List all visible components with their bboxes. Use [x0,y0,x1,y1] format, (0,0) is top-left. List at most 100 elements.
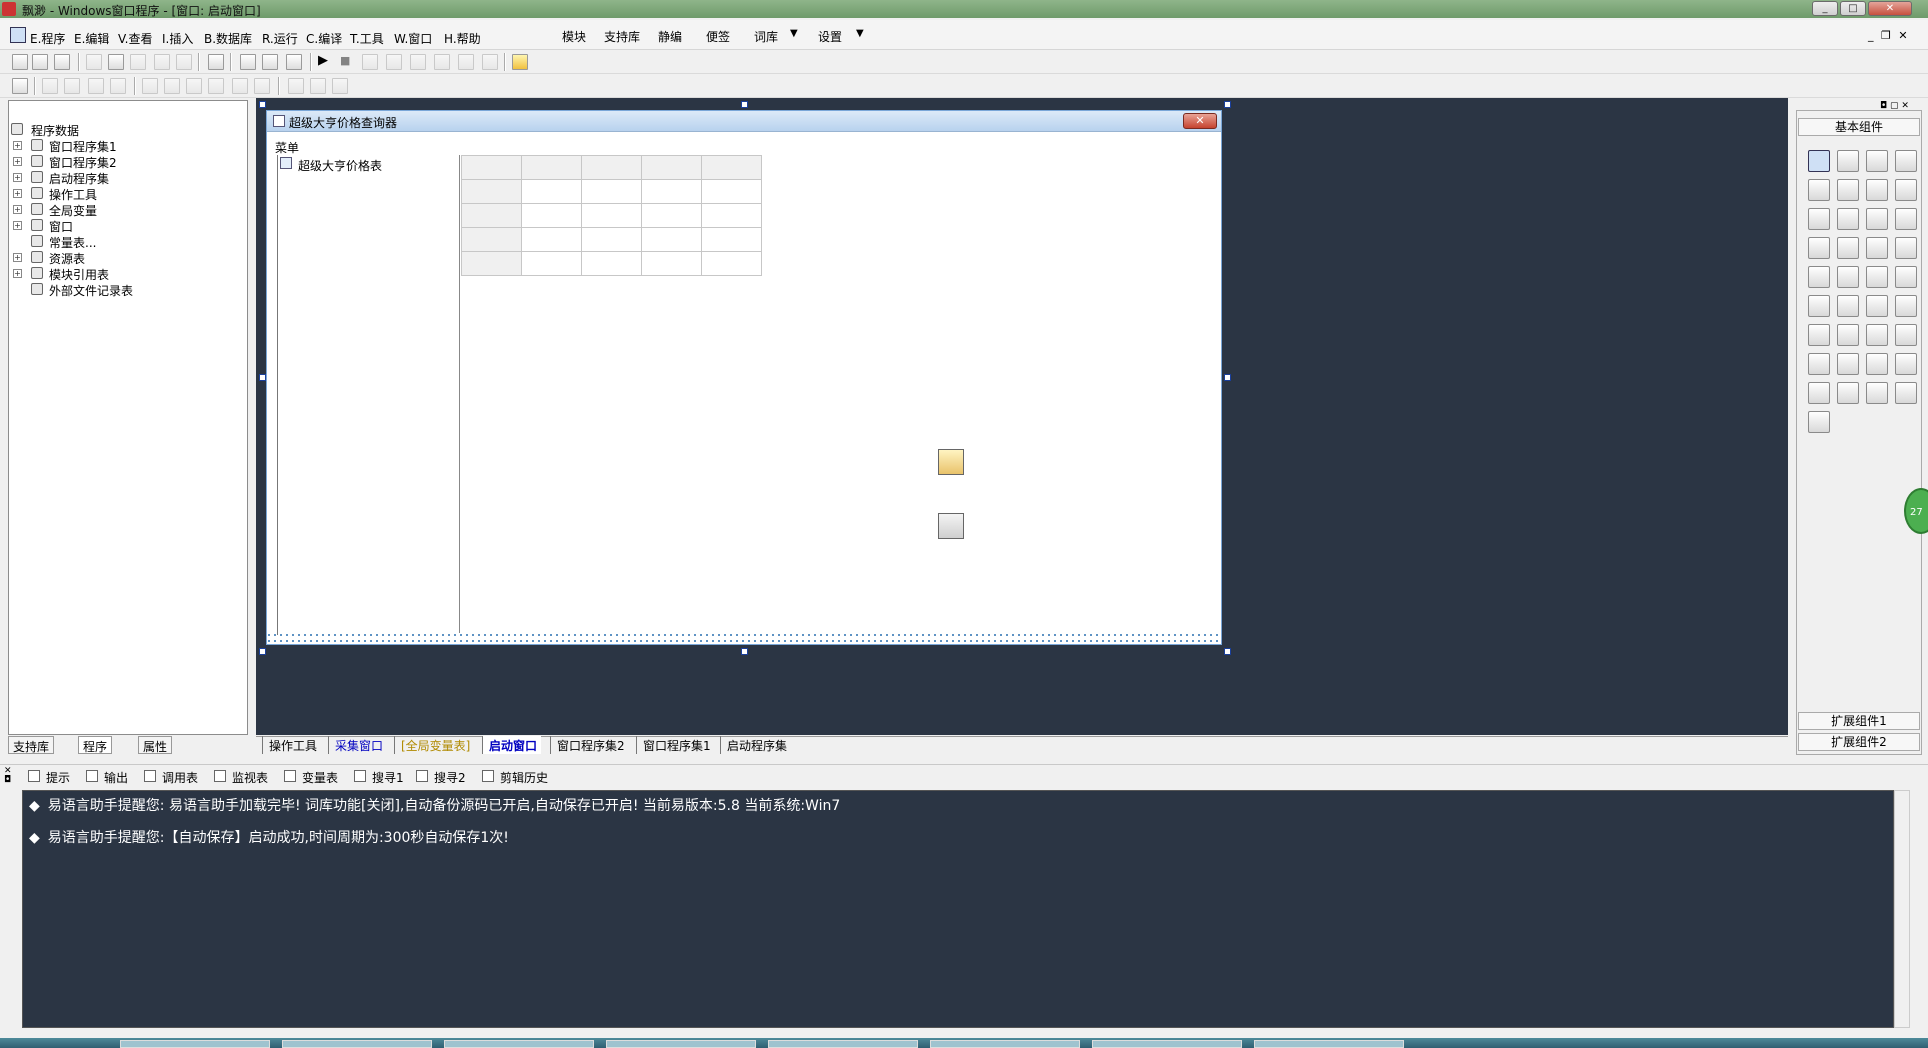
tab-clip-history[interactable]: 剪辑历史 [482,769,548,786]
database-provider-icon[interactable] [938,449,964,475]
form-close-button[interactable]: ✕ [1183,113,1217,129]
chevron-down-icon[interactable]: ▼ [790,28,798,39]
output-scrollbar[interactable] [1894,790,1910,1028]
menu-notes[interactable]: 便签 [706,28,730,45]
taskbar-item[interactable] [1254,1040,1404,1048]
minimize-button[interactable]: _ [1812,1,1838,16]
mdi-controls[interactable]: _ ❐ ✕ [1868,29,1910,42]
groupbox-icon[interactable] [1808,237,1830,259]
slider-icon[interactable] [1808,266,1830,288]
form-tree-item[interactable]: 超级大亨价格表 [298,157,382,174]
expand-icon[interactable]: + [13,269,22,278]
new-file-icon[interactable] [12,54,28,70]
chevron-down-icon[interactable]: ▼ [856,28,864,39]
menu-support-lib[interactable]: 支持库 [604,28,640,45]
tab-search-1[interactable]: 搜寻1 [354,769,404,786]
edit-icon[interactable] [1808,179,1830,201]
resize-handle[interactable] [741,101,748,108]
same-width-icon[interactable] [288,78,304,94]
ext-components-1-tab[interactable]: 扩展组件1 [1798,712,1920,730]
menu-edit[interactable]: E.编辑 [74,30,109,47]
cut-icon[interactable] [86,54,102,70]
tab-watch[interactable]: 监视表 [214,769,268,786]
tab-program[interactable]: 程序 [78,736,113,754]
expand-icon[interactable]: + [13,157,22,166]
tab-properties[interactable]: 属性 [138,736,173,754]
tab-window-module-1[interactable]: 窗口程序集1 [636,736,715,754]
space-h-icon[interactable] [208,78,224,94]
resize-handle[interactable] [259,101,266,108]
tab-startup-module[interactable]: 启动程序集 [720,736,791,754]
expand-icon[interactable]: + [13,205,22,214]
same-size-icon[interactable] [332,78,348,94]
folder-icon[interactable] [1895,353,1917,375]
maximize-button[interactable]: □ [1840,1,1866,16]
taskbar-item[interactable] [1092,1040,1242,1048]
basic-components-tab[interactable]: 基本组件 [1798,118,1920,136]
step-over-icon[interactable] [410,54,426,70]
taskbar-item[interactable] [120,1040,270,1048]
menu-settings[interactable]: 设置 [818,28,842,45]
sql-icon[interactable] [1866,382,1888,404]
tab-icon[interactable] [1837,266,1859,288]
progress-icon[interactable] [1895,237,1917,259]
distribute-h-icon[interactable] [232,78,248,94]
grid-icon[interactable] [12,78,28,94]
form-tree-control[interactable]: 超级大亨价格表 [278,155,460,633]
same-height-icon[interactable] [310,78,326,94]
tab-global-vars[interactable]: [全局变量表] [394,736,474,754]
expand-icon[interactable]: + [13,221,22,230]
checkbox-icon[interactable] [1808,208,1830,230]
space-v-icon[interactable] [186,78,202,94]
step-into-icon[interactable] [386,54,402,70]
listbox-icon[interactable] [1866,208,1888,230]
client-icon[interactable] [1895,324,1917,346]
save-icon[interactable] [54,54,70,70]
layout-left-icon[interactable] [240,54,256,70]
distribute-v-icon[interactable] [254,78,270,94]
taskbar-item[interactable] [768,1040,918,1048]
frame-icon[interactable] [1837,179,1859,201]
label-icon[interactable] [1837,150,1859,172]
text-icon[interactable] [1866,179,1888,201]
combobox-icon[interactable] [1895,208,1917,230]
menu-view[interactable]: V.查看 [118,30,152,47]
designed-form[interactable]: 超级大亨价格查询器 ✕ 菜单 超级大亨价格表 [266,110,1222,645]
button-icon[interactable] [1866,295,1888,317]
paste-icon[interactable] [130,54,146,70]
step-out-icon[interactable] [434,54,450,70]
record-set-icon[interactable] [938,513,964,539]
expand-icon[interactable]: + [13,253,22,262]
drive-icon[interactable] [1866,353,1888,375]
close-button[interactable]: ✕ [1868,1,1912,16]
form-menu-label[interactable]: 菜单 [275,139,299,156]
socket-icon[interactable] [1866,324,1888,346]
pointer-icon[interactable] [1808,150,1830,172]
tab-hint[interactable]: 提示 [28,769,70,786]
resize-handle[interactable] [741,648,748,655]
run-to-cursor-icon[interactable] [458,54,474,70]
output-pane[interactable]: ◆ 易语言助手提醒您: 易语言助手加载完毕! 词库功能[关闭],自动备份源码已开启… [22,790,1894,1028]
picture-icon[interactable] [1866,150,1888,172]
center-h-icon[interactable] [142,78,158,94]
image-button-icon[interactable] [1895,295,1917,317]
open-file-icon[interactable] [32,54,48,70]
align-right-icon[interactable] [64,78,80,94]
resize-handle[interactable] [1224,648,1231,655]
menu-insert[interactable]: I.插入 [162,30,193,47]
menu-module[interactable]: 模块 [562,28,586,45]
resize-handle[interactable] [259,648,266,655]
undo-icon[interactable] [176,54,192,70]
resize-handle[interactable] [1224,374,1231,381]
pin-close-icon[interactable]: ✕ ◘ [4,767,12,785]
tab-variables[interactable]: 变量表 [284,769,338,786]
menu-window[interactable]: W.窗口 [394,30,432,47]
tab-window-module-2[interactable]: 窗口程序集2 [550,736,629,754]
statusbar-icon[interactable] [1895,266,1917,288]
tab-collect-window[interactable]: 采集窗口 [328,736,387,754]
server-icon[interactable] [1808,353,1830,375]
expand-icon[interactable]: + [13,141,22,150]
taskbar-item[interactable] [930,1040,1080,1048]
copy-icon[interactable] [108,54,124,70]
ext-components-2-tab[interactable]: 扩展组件2 [1798,733,1920,751]
